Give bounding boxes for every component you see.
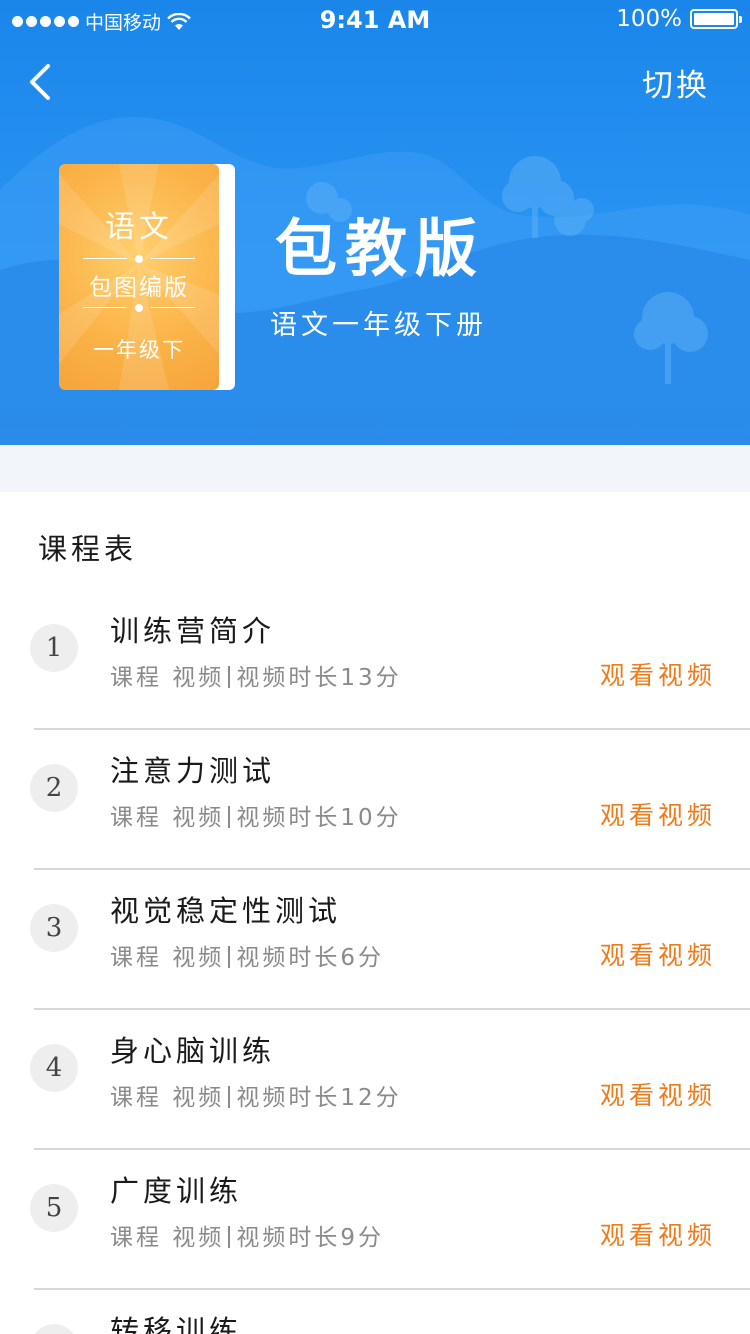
battery-icon [690,9,742,29]
course-duration: 视频时长12分 [236,1085,402,1111]
page-subtitle: 语文一年级下册 [270,310,487,341]
course-type: 课程 视频 [110,945,225,971]
course-duration: 视频时长6分 [236,945,384,971]
meta-separator [228,1226,231,1248]
course-duration: 视频时长10分 [236,805,402,831]
watch-video-button[interactable]: 观看视频 [600,1216,716,1252]
battery-percent: 100% [616,6,682,32]
course-duration: 视频时长9分 [236,1225,384,1251]
back-arrow-icon [30,64,50,100]
back-button[interactable] [18,58,62,106]
course-duration: 视频时长13分 [236,665,402,691]
course-meta: 课程 视频 视频时长13分 [110,658,402,692]
watch-video-button[interactable]: 观看视频 [600,796,716,832]
course-number: 3 [30,904,78,952]
book-grade: 一年级下 [93,338,185,362]
course-item[interactable]: 5 广度训练 课程 视频 视频时长9分 观看视频 [0,1150,750,1290]
watch-video-button[interactable]: 观看视频 [600,656,716,692]
schedule-title: 课程表 [38,532,138,566]
course-number: 6 [30,1324,78,1334]
course-name: 身心脑训练 [110,1034,276,1068]
course-meta: 课程 视频 视频时长9分 [110,1218,384,1252]
course-meta: 课程 视频 视频时长6分 [110,938,384,972]
course-type: 课程 视频 [110,1225,225,1251]
course-type: 课程 视频 [110,805,225,831]
course-type: 课程 视频 [110,1085,225,1111]
course-meta: 课程 视频 视频时长10分 [110,798,402,832]
status-bar: 中国移动 9:41 AM 100% [0,0,750,44]
course-item[interactable]: 4 身心脑训练 课程 视频 视频时长12分 观看视频 [0,1010,750,1150]
book-subject: 语文 [105,210,173,245]
course-name: 注意力测试 [110,754,276,788]
course-number: 5 [30,1184,78,1232]
meta-separator [228,666,231,688]
header-banner: 中国移动 9:41 AM 100% 切换 语文 包图编版 一年级下 包教版 语文… [0,0,750,445]
book-edition: 包图编版 [89,275,189,301]
course-number: 1 [30,624,78,672]
course-name: 训练营简介 [110,614,276,648]
meta-separator [228,1086,231,1108]
meta-separator [228,806,231,828]
course-item[interactable]: 2 注意力测试 课程 视频 视频时长10分 观看视频 [0,730,750,870]
switch-button[interactable]: 切换 [642,60,710,105]
book-cover: 语文 包图编版 一年级下 [59,164,235,390]
course-name: 转移训练 [110,1314,243,1334]
course-item[interactable]: 6 转移训练 [0,1290,750,1334]
book-divider [83,304,195,312]
book-divider [83,255,195,263]
course-meta: 课程 视频 视频时长12分 [110,1078,402,1112]
course-type: 课程 视频 [110,665,225,691]
course-number: 4 [30,1044,78,1092]
status-right: 100% [616,6,742,32]
course-item[interactable]: 3 视觉稳定性测试 课程 视频 视频时长6分 观看视频 [0,870,750,1010]
book-cover-front: 语文 包图编版 一年级下 [59,164,219,390]
course-item[interactable]: 1 训练营简介 课程 视频 视频时长13分 观看视频 [0,590,750,730]
watch-video-button[interactable]: 观看视频 [600,936,716,972]
course-name: 广度训练 [110,1174,243,1208]
schedule-panel: 课程表 1 训练营简介 课程 视频 视频时长13分 观看视频 2 注意力测试 课程… [0,492,750,1334]
course-number: 2 [30,764,78,812]
watch-video-button[interactable]: 观看视频 [600,1076,716,1112]
meta-separator [228,946,231,968]
course-name: 视觉稳定性测试 [110,894,342,928]
page-title: 包教版 [275,212,486,285]
